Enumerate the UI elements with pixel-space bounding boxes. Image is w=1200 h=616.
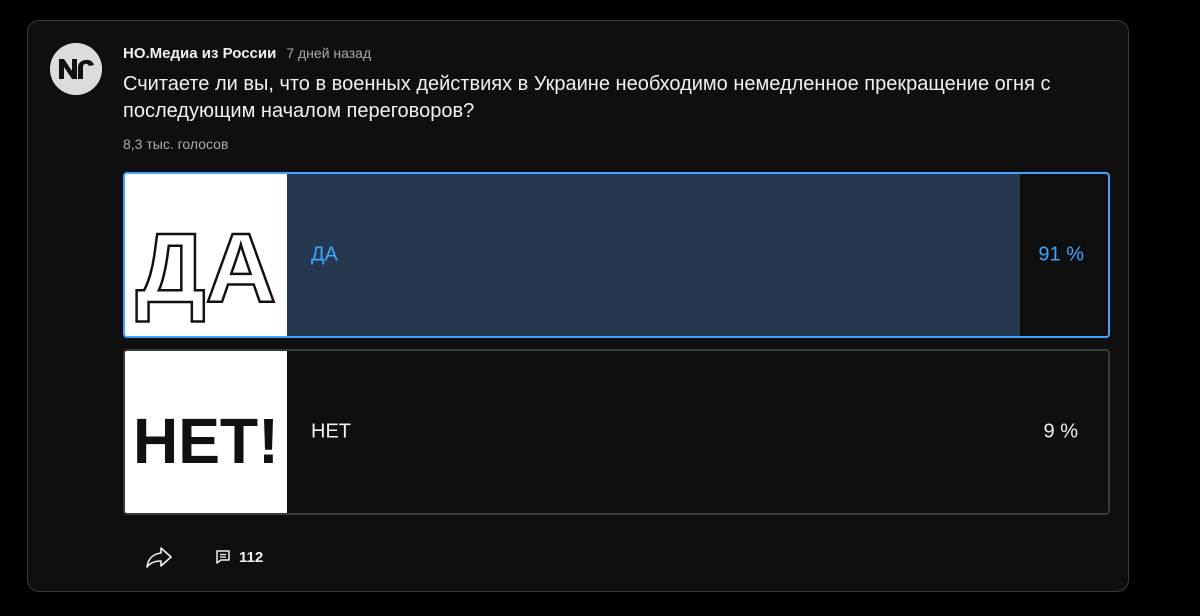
share-button[interactable] <box>143 541 175 573</box>
channel-name[interactable]: НО.Медиа из России <box>123 45 276 62</box>
post-actions: 112 <box>143 541 263 573</box>
post-card: НО.Медиа из России 7 дней назад Считаете… <box>27 20 1129 592</box>
poll-option-yes-label: ДА <box>311 243 338 266</box>
share-icon <box>146 547 172 568</box>
poll-question: Считаете ли вы, что в военных действиях … <box>123 73 1051 122</box>
poll-option-yes-percent: 91 % <box>1038 243 1084 266</box>
poll-option-no[interactable]: НЕТ! НЕТ 9 % <box>123 349 1110 515</box>
post-header: НО.Медиа из России 7 дней назад <box>123 45 371 62</box>
poll-option-yes[interactable]: ДА ДА 91 % <box>123 172 1110 338</box>
poll-option-yes-image: ДА <box>125 174 287 336</box>
post-timestamp[interactable]: 7 дней назад <box>286 45 371 61</box>
yes-image-text: ДА <box>136 213 277 323</box>
poll-option-no-image: НЕТ! <box>125 351 287 513</box>
no-media-logo-icon <box>50 43 102 95</box>
poll-option-yes-bar <box>287 174 1020 336</box>
comment-icon <box>216 550 230 564</box>
channel-avatar[interactable] <box>50 43 102 95</box>
poll-option-no-percent: 9 % <box>1043 420 1078 443</box>
comment-count: 112 <box>239 548 264 566</box>
vote-count: 8,3 тыс. голосов <box>123 136 229 152</box>
comments-button[interactable]: 112 <box>215 549 263 566</box>
poll-option-no-label: НЕТ <box>311 420 351 443</box>
no-image-text: НЕТ! <box>133 405 279 477</box>
